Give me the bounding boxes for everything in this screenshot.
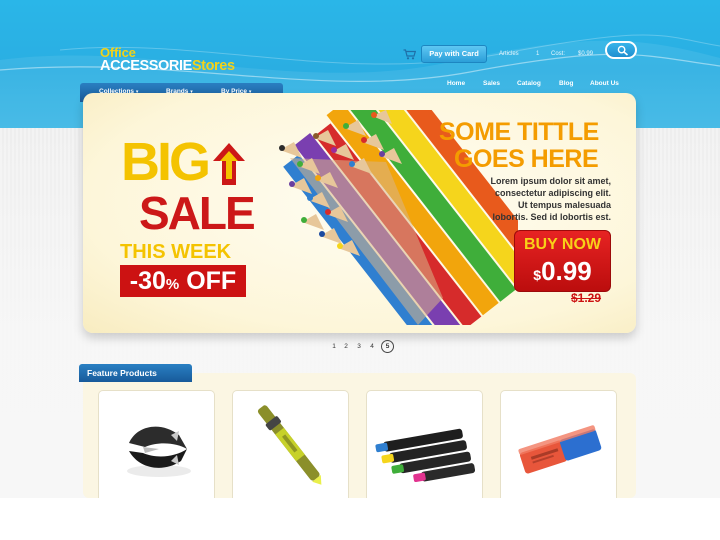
articles-label: Articles bbox=[499, 51, 519, 57]
page-2[interactable]: 2 bbox=[340, 342, 352, 352]
eraser-icon bbox=[518, 425, 602, 474]
discount-text: -30% OFF bbox=[122, 268, 244, 298]
search-icon bbox=[617, 45, 629, 56]
cart-icon[interactable] bbox=[403, 49, 416, 60]
logo[interactable]: Office ACCESSORIEStores bbox=[100, 46, 235, 74]
promo-banner[interactable]: BIG SALE THIS WEEK -30% OFF SOME TITTLE … bbox=[83, 93, 636, 333]
highlighter-pen-icon bbox=[257, 405, 322, 485]
logo-brand-main: ACCESSORIE bbox=[100, 58, 192, 74]
staple-remover-icon bbox=[127, 426, 191, 477]
discount-suffix: OFF bbox=[179, 267, 237, 295]
old-price: $1.29 bbox=[571, 291, 602, 305]
buy-now-price: $0.99 bbox=[515, 257, 610, 289]
promo-text-line2: consectetur adipiscing elit. bbox=[494, 188, 611, 198]
logo-brand-suffix: Stores bbox=[191, 58, 235, 74]
nav-sales[interactable]: Sales bbox=[483, 80, 500, 88]
page-5-active[interactable]: 5 bbox=[381, 340, 394, 353]
discount-value: -30 bbox=[129, 267, 166, 295]
product-card[interactable] bbox=[98, 390, 215, 498]
articles-count: 1 bbox=[536, 51, 540, 57]
page-4[interactable]: 4 bbox=[366, 342, 378, 352]
cost-value: $0.99 bbox=[578, 51, 594, 57]
buy-now-button[interactable]: BUY NOW $0.99 bbox=[514, 230, 611, 292]
price-value: 0.99 bbox=[541, 256, 592, 286]
product-card[interactable] bbox=[500, 390, 617, 498]
promo-text-line4: lobortis. Sed id lobortis est. bbox=[492, 212, 611, 222]
promo-text-line1: Lorem ipsum dolor sit amet, bbox=[490, 176, 611, 186]
product-card[interactable] bbox=[232, 390, 349, 498]
discount-unit: % bbox=[165, 276, 180, 293]
pay-with-card-button[interactable]: Pay with Card bbox=[421, 45, 487, 63]
promo-title-line1: SOME TITTLE bbox=[439, 118, 599, 146]
nav-home[interactable]: Home bbox=[447, 80, 465, 88]
page: Office ACCESSORIEStores Pay with Card Ar… bbox=[0, 0, 720, 540]
banner-big: BIG bbox=[121, 132, 211, 192]
page-1[interactable]: 1 bbox=[328, 342, 340, 352]
markers-icon bbox=[375, 428, 476, 483]
banner-sale: SALE bbox=[139, 187, 256, 239]
nav-catalog[interactable]: Catalog bbox=[517, 80, 541, 88]
nav-about-us[interactable]: About Us bbox=[590, 80, 619, 88]
buy-now-label: BUY NOW bbox=[523, 236, 602, 253]
product-card[interactable] bbox=[366, 390, 483, 498]
promo-text-line3: Ut tempus malesuada bbox=[517, 200, 611, 210]
price-currency: $ bbox=[533, 267, 542, 283]
logo-brand: ACCESSORIEStores bbox=[100, 59, 235, 74]
banner-this-week: THIS WEEK bbox=[120, 241, 232, 263]
search-button[interactable] bbox=[605, 41, 637, 59]
promo-title-line2: GOES HERE bbox=[454, 145, 599, 173]
feature-products-tab: Feature Products bbox=[79, 364, 192, 382]
page-3[interactable]: 3 bbox=[353, 342, 365, 352]
discount-badge: -30% OFF bbox=[120, 265, 246, 297]
nav-blog[interactable]: Blog bbox=[559, 80, 573, 88]
feature-products-title: Feature Products bbox=[87, 368, 157, 378]
cost-label: Cost: bbox=[551, 51, 566, 57]
arrow-up-icon bbox=[213, 143, 245, 185]
